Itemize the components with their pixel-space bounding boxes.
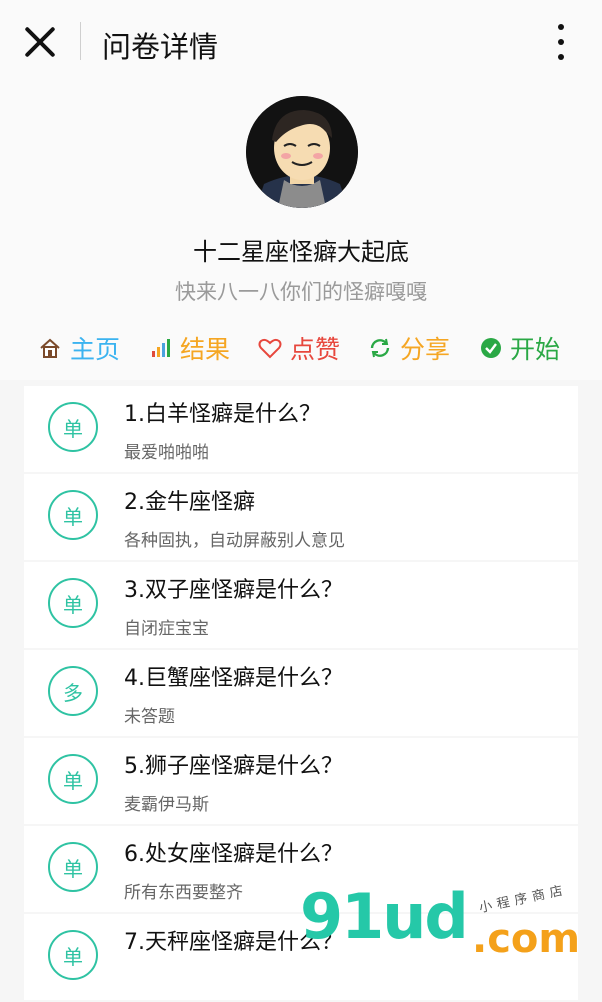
home-label: 主页 — [70, 335, 121, 364]
avatar — [246, 96, 358, 208]
multiple-choice-badge: 多 — [48, 666, 98, 716]
heart-icon — [258, 338, 282, 359]
survey-title: 十二星座怪癖大起底 — [193, 238, 409, 266]
share-label: 分享 — [400, 335, 451, 364]
share-button[interactable]: 分享 — [368, 328, 450, 368]
result-label: 结果 — [180, 335, 231, 364]
like-button[interactable]: 点赞 — [258, 328, 340, 368]
survey-subtitle: 快来八一八你们的怪癖嘎嘎 — [175, 280, 427, 304]
watermark-tagline: 小程序商店 — [477, 882, 570, 917]
top-bar: 问卷详情 — [0, 0, 602, 84]
survey-header: 十二星座怪癖大起底 快来八一八你们的怪癖嘎嘎 主页 结果 点赞 分享 开始 — [0, 84, 602, 380]
question-text: 4.巨蟹座怪癖是什么？ — [124, 666, 343, 691]
question-text: 1.白羊怪癖是什么？ — [124, 402, 321, 427]
start-button[interactable]: 开始 — [480, 328, 560, 368]
question-text: 3.双子座怪癖是什么？ — [124, 578, 343, 603]
single-choice-badge: 单 — [48, 490, 98, 540]
refresh-icon — [370, 338, 390, 358]
close-icon[interactable] — [22, 24, 58, 60]
question-row[interactable]: 单 1.白羊怪癖是什么？ 最爱啪啪啪 — [24, 386, 578, 472]
question-text: 5.狮子座怪癖是什么？ — [124, 754, 343, 779]
start-label: 开始 — [510, 335, 561, 364]
single-choice-badge: 单 — [48, 578, 98, 628]
watermark-logo: 91ud — [300, 880, 469, 953]
page-title: 问卷详情 — [102, 30, 219, 64]
question-row[interactable]: 单 3.双子座怪癖是什么？ 自闭症宝宝 — [24, 562, 578, 648]
answer-text: 所有东西要整齐 — [124, 883, 243, 903]
question-row[interactable]: 单 2.金牛座怪癖 各种固执，自动屏蔽别人意见 — [24, 474, 578, 560]
question-text: 6.处女座怪癖是什么？ — [124, 842, 343, 867]
answer-text: 自闭症宝宝 — [124, 619, 209, 639]
single-choice-badge: 单 — [48, 402, 98, 452]
single-choice-badge: 单 — [48, 930, 98, 980]
question-row[interactable]: 多 4.巨蟹座怪癖是什么？ 未答题 — [24, 650, 578, 736]
action-bar: 主页 结果 点赞 分享 开始 — [0, 328, 602, 368]
home-icon — [40, 338, 60, 358]
answer-text: 最爱啪啪啪 — [124, 443, 209, 463]
answer-text: 麦霸伊马斯 — [124, 795, 209, 815]
like-label: 点赞 — [290, 335, 341, 364]
watermark: 91ud .com 小程序商店 — [300, 880, 600, 962]
question-text: 2.金牛座怪癖 — [124, 490, 255, 515]
answer-text: 各种固执，自动屏蔽别人意见 — [124, 531, 345, 551]
single-choice-badge: 单 — [48, 842, 98, 892]
watermark-domain: .com — [472, 916, 581, 962]
home-button[interactable]: 主页 — [38, 328, 120, 368]
result-button[interactable]: 结果 — [150, 328, 230, 368]
more-icon[interactable] — [550, 22, 572, 62]
check-circle-icon — [481, 338, 501, 358]
answer-text: 未答题 — [124, 707, 175, 727]
single-choice-badge: 单 — [48, 754, 98, 804]
bar-chart-icon — [152, 339, 170, 357]
question-row[interactable]: 单 5.狮子座怪癖是什么？ 麦霸伊马斯 — [24, 738, 578, 824]
divider — [80, 22, 81, 60]
